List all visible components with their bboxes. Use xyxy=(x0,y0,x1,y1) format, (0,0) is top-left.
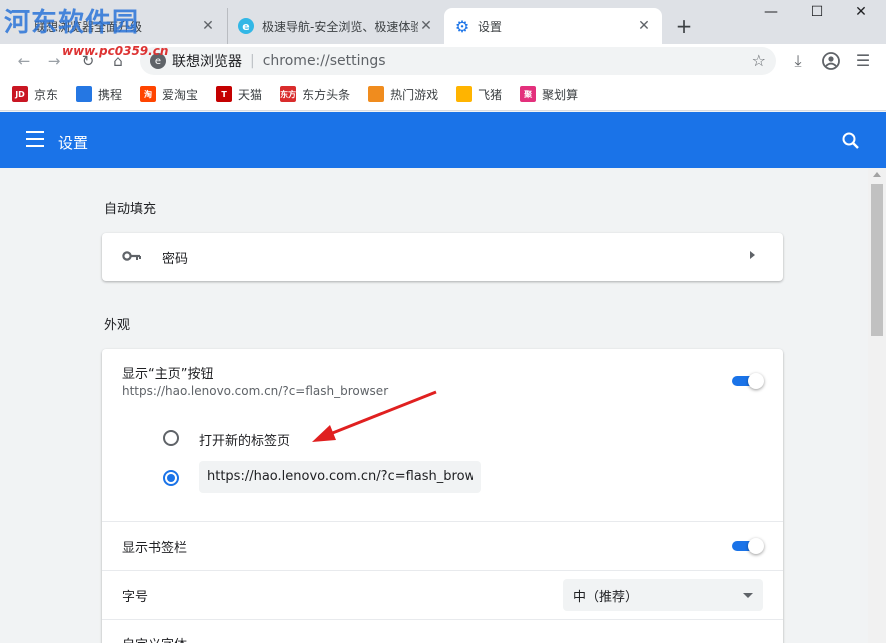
download-icon[interactable]: ⤓ xyxy=(787,51,809,73)
section-title-autofill: 自动填充 xyxy=(104,202,157,217)
bookmark-label: 热门游戏 xyxy=(390,87,439,102)
bookmarks-bar-row: 显示书签栏 xyxy=(102,522,783,570)
home-button-url: https://hao.lenovo.com.cn/?c=flash_brows… xyxy=(122,384,389,398)
scroll-up-icon[interactable] xyxy=(873,172,881,177)
scrollbar-thumb[interactable] xyxy=(871,184,883,336)
account-icon[interactable] xyxy=(820,51,842,73)
radio-custom-url[interactable] xyxy=(163,470,179,486)
home-button-row: 显示“主页”按钮 https://hao.lenovo.com.cn/?c=fl… xyxy=(102,349,783,409)
bookmark-favicon-icon xyxy=(456,86,473,102)
bookmark-label: 京东 xyxy=(34,87,59,102)
home-button-label: 显示“主页”按钮 xyxy=(122,367,214,382)
close-window-button[interactable]: ✕ xyxy=(846,4,876,26)
font-size-value: 中（推荐） xyxy=(573,589,639,605)
bookmark-item[interactable]: 携程 xyxy=(76,86,122,103)
settings-content: 自动填充 密码 外观 显示“主页”按钮 https://hao.lenovo.c… xyxy=(0,168,868,643)
tab-title: 设置 xyxy=(478,19,503,34)
custom-fonts-label: 自定义字体 xyxy=(122,634,187,643)
search-icon[interactable] xyxy=(840,130,862,152)
bookmark-item[interactable]: 飞猪 xyxy=(456,86,502,103)
watermark: 河东软件园 www.pc0359.cn xyxy=(4,2,204,60)
bookmark-label: 天猫 xyxy=(238,87,263,102)
home-button-toggle[interactable] xyxy=(732,373,764,389)
address-bar[interactable]: e 联想浏览器 | chrome://settings ☆ xyxy=(140,47,776,75)
bookmark-favicon-icon: 聚 xyxy=(520,86,537,102)
bookmarks-bar: JD 京东 携程 淘爱淘宝 T 天猫 东方 东方头条 热门游戏 飞猪 聚聚划算 xyxy=(0,78,886,111)
tab-title: 极速导航-安全浏览、极速体验 xyxy=(262,19,418,34)
bookmark-label: 飞猪 xyxy=(478,87,503,102)
bookmark-label: 东方头条 xyxy=(302,87,351,102)
bookmark-favicon-icon xyxy=(76,86,93,102)
bookmark-label: 携程 xyxy=(98,87,123,102)
bookmark-item[interactable]: 东方 东方头条 xyxy=(280,86,350,103)
new-tab-plus-icon[interactable]: + xyxy=(674,14,694,38)
bookmarks-bar-label: 显示书签栏 xyxy=(122,541,188,556)
chevron-right-icon xyxy=(750,251,755,259)
section-title-appearance: 外观 xyxy=(104,318,131,333)
bookmarks-bar-toggle[interactable] xyxy=(732,538,764,554)
appearance-card: 显示“主页”按钮 https://hao.lenovo.com.cn/?c=fl… xyxy=(102,349,783,643)
font-size-select[interactable]: 中（推荐） xyxy=(563,579,763,611)
password-label: 密码 xyxy=(162,252,189,267)
custom-fonts-row[interactable]: 自定义字体 xyxy=(102,620,783,643)
bookmark-favicon-icon xyxy=(368,86,385,102)
autofill-card: 密码 xyxy=(102,233,783,281)
bookmark-favicon-icon: T xyxy=(216,86,233,102)
bookmark-label: 聚划算 xyxy=(542,87,579,102)
bookmark-item[interactable]: 聚聚划算 xyxy=(520,86,578,103)
minimize-button[interactable]: — xyxy=(756,4,786,26)
key-icon xyxy=(122,249,142,267)
password-row[interactable]: 密码 xyxy=(102,233,783,281)
bookmark-favicon-icon: 东方 xyxy=(280,86,297,102)
maximize-button[interactable]: ☐ xyxy=(802,4,832,26)
menu-icon[interactable]: ☰ xyxy=(852,51,874,73)
bookmark-item[interactable]: JD 京东 xyxy=(12,86,58,103)
bookmark-item[interactable]: T 天猫 xyxy=(216,86,262,103)
watermark-logo: 河东软件园 xyxy=(4,8,140,38)
tab-settings[interactable]: ⚙ 设置 ✕ xyxy=(444,8,662,44)
font-size-row: 字号 中（推荐） xyxy=(102,571,783,619)
dropdown-caret-icon xyxy=(743,593,753,598)
bookmark-item[interactable]: 热门游戏 xyxy=(368,86,438,103)
watermark-url: www.pc0359.cn xyxy=(62,44,169,58)
bookmark-item[interactable]: 淘爱淘宝 xyxy=(140,86,198,103)
font-size-label: 字号 xyxy=(122,590,149,605)
scrollbar[interactable] xyxy=(868,168,886,643)
tab-speed-nav[interactable]: e 极速导航-安全浏览、极速体验 ✕ xyxy=(227,8,444,44)
bookmark-favicon-icon: 淘 xyxy=(140,86,157,102)
page-title: 设置 xyxy=(58,134,89,152)
hamburger-menu-icon[interactable] xyxy=(26,131,44,147)
gear-icon: ⚙ xyxy=(454,16,470,36)
bookmark-label: 爱淘宝 xyxy=(162,87,199,102)
close-icon[interactable]: ✕ xyxy=(636,18,652,34)
radio-new-tab-label: 打开新的标签页 xyxy=(199,434,291,449)
omnibox-separator: | xyxy=(250,53,255,69)
home-url-input[interactable] xyxy=(199,461,481,493)
close-icon[interactable]: ✕ xyxy=(418,18,434,34)
omnibox-url: chrome://settings xyxy=(262,53,386,69)
settings-header: 设置 xyxy=(0,112,886,168)
bookmark-favicon-icon: JD xyxy=(12,86,28,102)
star-bookmark-icon[interactable]: ☆ xyxy=(752,51,766,70)
radio-new-tab[interactable] xyxy=(163,430,179,446)
e-browser-favicon-icon: e xyxy=(238,18,254,34)
